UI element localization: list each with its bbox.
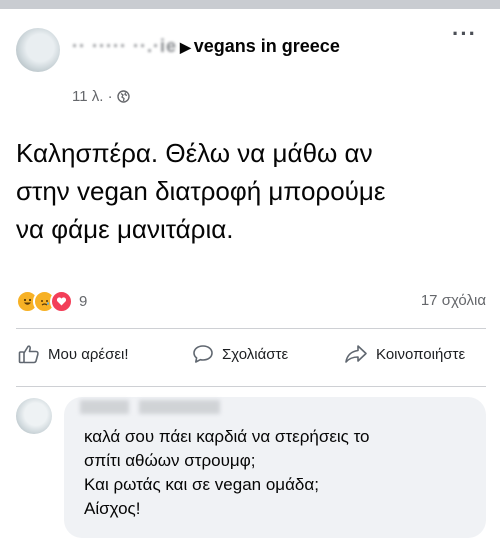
author-header[interactable]: ·· ····· ··.·ie ▶ vegans in greece	[72, 32, 442, 61]
comment-text: καλά σου πάει καρδιά να στερήσεις το σπί…	[84, 425, 479, 521]
post-meta: 11 λ. ·	[72, 88, 130, 105]
comment-label: Σχολιάστε	[222, 345, 289, 363]
comment-line: καλά σου πάει καρδιά να στερήσεις το	[84, 427, 370, 446]
thumbs-up-icon	[18, 345, 39, 364]
reaction-count: 9	[79, 293, 88, 310]
divider	[16, 328, 486, 329]
comment-icon	[193, 345, 213, 363]
like-label: Μου αρέσει!	[48, 345, 129, 363]
share-icon	[345, 345, 367, 363]
comment-line: Και ρωτάς και σε vegan ομάδα;	[84, 475, 319, 494]
comments-count-link[interactable]: 17 σχόλια	[421, 292, 486, 309]
commenter-name-blurred[interactable]	[80, 400, 220, 414]
comment-line: σπίτι αθώων στρουμφ;	[84, 451, 256, 470]
post-actions: Μου αρέσει! Σχολιάστε Κοινοποιήστε	[0, 344, 500, 374]
arrow-right-icon: ▶	[179, 39, 191, 55]
post-text: Καλησπέρα. Θέλω να μάθω αν στην vegan δι…	[16, 138, 386, 244]
author-name-blurred: ·· ····· ··.·ie	[72, 36, 177, 56]
share-button[interactable]: Κοινοποιήστε	[344, 344, 465, 364]
globe-icon	[116, 90, 130, 103]
comment-button[interactable]: Σχολιάστε	[192, 344, 288, 364]
like-button[interactable]: Μου αρέσει!	[18, 344, 129, 364]
commenter-avatar[interactable]	[16, 398, 52, 434]
divider	[16, 386, 486, 387]
comment-line: Αίσχος!	[84, 499, 141, 518]
post-timestamp[interactable]: 11 λ. ·	[72, 88, 113, 105]
love-reaction-icon	[50, 290, 73, 313]
reaction-summary[interactable]: 9	[16, 290, 87, 313]
top-bar	[0, 0, 500, 9]
group-name[interactable]: vegans in greece	[194, 36, 340, 56]
share-label: Κοινοποιήστε	[376, 345, 466, 363]
more-options-icon[interactable]: ···	[452, 23, 477, 45]
author-avatar[interactable]	[16, 28, 60, 72]
